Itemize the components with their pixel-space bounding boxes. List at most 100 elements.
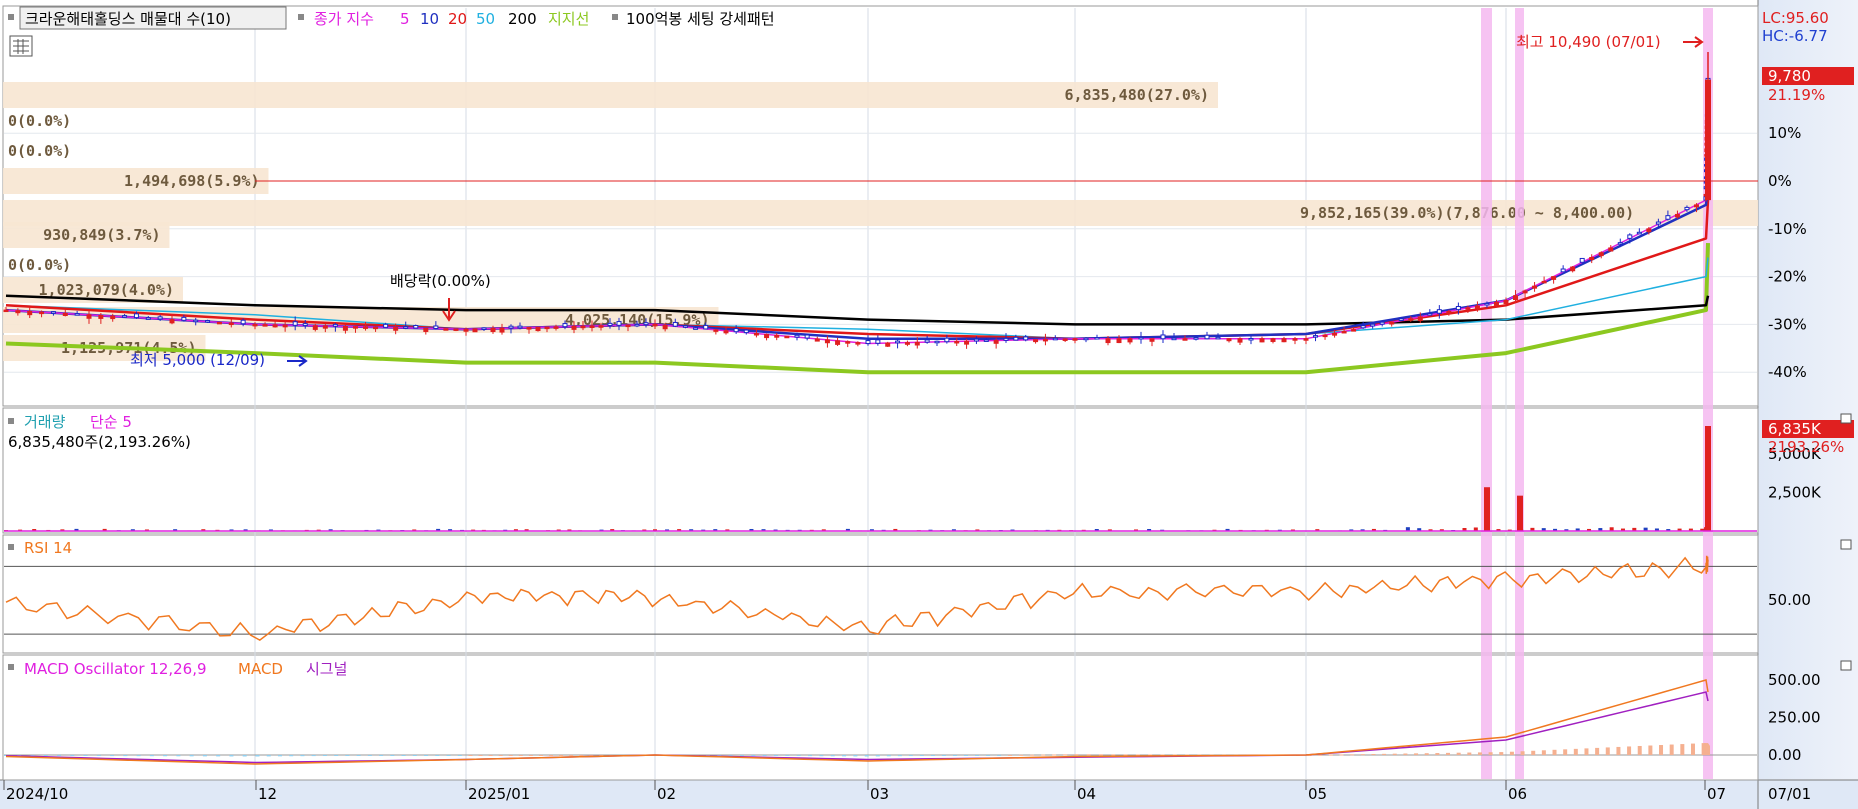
macd-osc-bar [1605,747,1610,755]
candle-body [693,327,699,330]
hc-label: HC:-6.77 [1762,27,1828,45]
candle-body [312,325,318,330]
candle-body [1052,337,1058,341]
grid-toggle-icon[interactable] [9,35,33,57]
candle-body [433,325,439,329]
macd-osc-bar [569,755,574,756]
candle-body [1436,309,1442,314]
macd-label: MACD [238,660,283,678]
macd-osc-bar [518,755,523,756]
candle-body [1379,321,1385,325]
candle-body [423,327,429,332]
macd-osc-bar [1477,752,1482,755]
macd-osc-bar [1392,753,1397,755]
macd-osc-bar [819,755,824,757]
candle-body [50,311,56,314]
candle-body [383,323,389,328]
candle-body [934,340,940,344]
candle-body [193,319,199,323]
macd-osc-bar [96,755,101,757]
rsi-tick-label: 50.00 [1768,591,1811,609]
macd-osc-bar [1616,746,1621,755]
candle-body [1105,338,1111,344]
macd-osc-bar [941,755,946,756]
candle-body [814,338,820,342]
candle-body [1313,335,1319,338]
macd-osc-bar [163,755,168,757]
macd-osc-bar [136,755,141,757]
chart-canvas[interactable]: 6,835,480(27.0%) 0(0.0%) 0(0.0%) 1,494,698(… [0,0,1858,809]
macd-osc-bar [478,755,483,756]
ma-period-10: 10 [420,10,439,28]
close-macd-panel-icon[interactable] [1840,660,1852,671]
candle-body [1541,280,1547,284]
candle-body [652,323,658,327]
candle-body [228,322,234,326]
macd-osc-bar [1030,754,1035,756]
volume-profile-label: 930,849(3.7%) [43,226,160,244]
candle-body [1138,336,1144,340]
candle-body [1270,338,1276,342]
candle-body [240,319,246,325]
macd-osc-bar [202,755,207,757]
legend-square-icon [8,418,14,424]
macd-osc-bar [1382,753,1387,755]
ma-label: 종가 지수 [314,10,374,28]
candle-body [993,340,999,344]
pct-tick-label: -20% [1768,268,1807,286]
candle-body [453,328,459,331]
legend-square-icon [8,664,14,670]
candle-body [443,328,449,331]
legend-square-icon [612,14,618,20]
macd-osc-bar [70,755,75,756]
low-note: 최저 5,000 (12/09) [130,351,265,369]
macd-osc-bar [300,755,305,757]
macd-osc-bar [1063,754,1068,756]
candle-body [1013,336,1019,341]
macd-osc-bar [176,755,181,757]
macd-osc-bar [57,755,62,756]
chart-background [0,0,1858,809]
candle-body [1484,302,1490,306]
macd-osc-bar [785,755,790,756]
close-rsi-panel-icon[interactable] [1840,539,1852,550]
candle-body [403,326,409,329]
volume-spike-bar [1484,487,1490,531]
x-tick-label: 06 [1508,785,1527,803]
candle-body [824,339,830,344]
macd-osc-bar [1659,745,1664,755]
candle-body [1193,337,1199,340]
candle-body [598,325,604,328]
macd-osc-bar [1669,744,1674,755]
macd-tick-label: 250.00 [1768,709,1821,727]
candle-body [1693,204,1699,208]
support-label: 지지선 [548,10,589,28]
rsi-title: RSI 14 [24,539,72,557]
pct-tick-label: 0% [1768,172,1792,190]
candle-body [764,333,770,339]
macd-osc-bar [1467,752,1472,755]
x-tick-label: 12 [258,785,277,803]
macd-osc-bar [266,755,271,757]
pct-tick-label: 10% [1768,124,1801,142]
macd-osc-bar [1584,748,1589,755]
macd-osc-bar [1360,754,1365,756]
candle-body [616,321,622,326]
macd-osc-bar [739,755,744,756]
candle-body [145,317,151,320]
close-volume-panel-icon[interactable] [1840,413,1852,424]
candle-body [1160,334,1166,340]
candle-body [1351,329,1357,332]
macd-osc-bar [1123,754,1128,756]
candle-body [262,324,268,327]
macd-osc-bar [1706,746,1710,755]
candle-body [895,340,901,344]
candle-body [1094,337,1100,340]
legend-square-icon [8,544,14,550]
stock-name: 크라운해태홀딩스 매물대 수(10) [25,10,231,28]
candle-body [517,325,523,329]
candle-body [774,334,780,338]
volume-profile-label: 9,852,165(39.0%)(7,876.00 ~ 8,400.00) [1300,204,1634,222]
candle-body [1598,252,1604,257]
candle-body [122,315,128,318]
